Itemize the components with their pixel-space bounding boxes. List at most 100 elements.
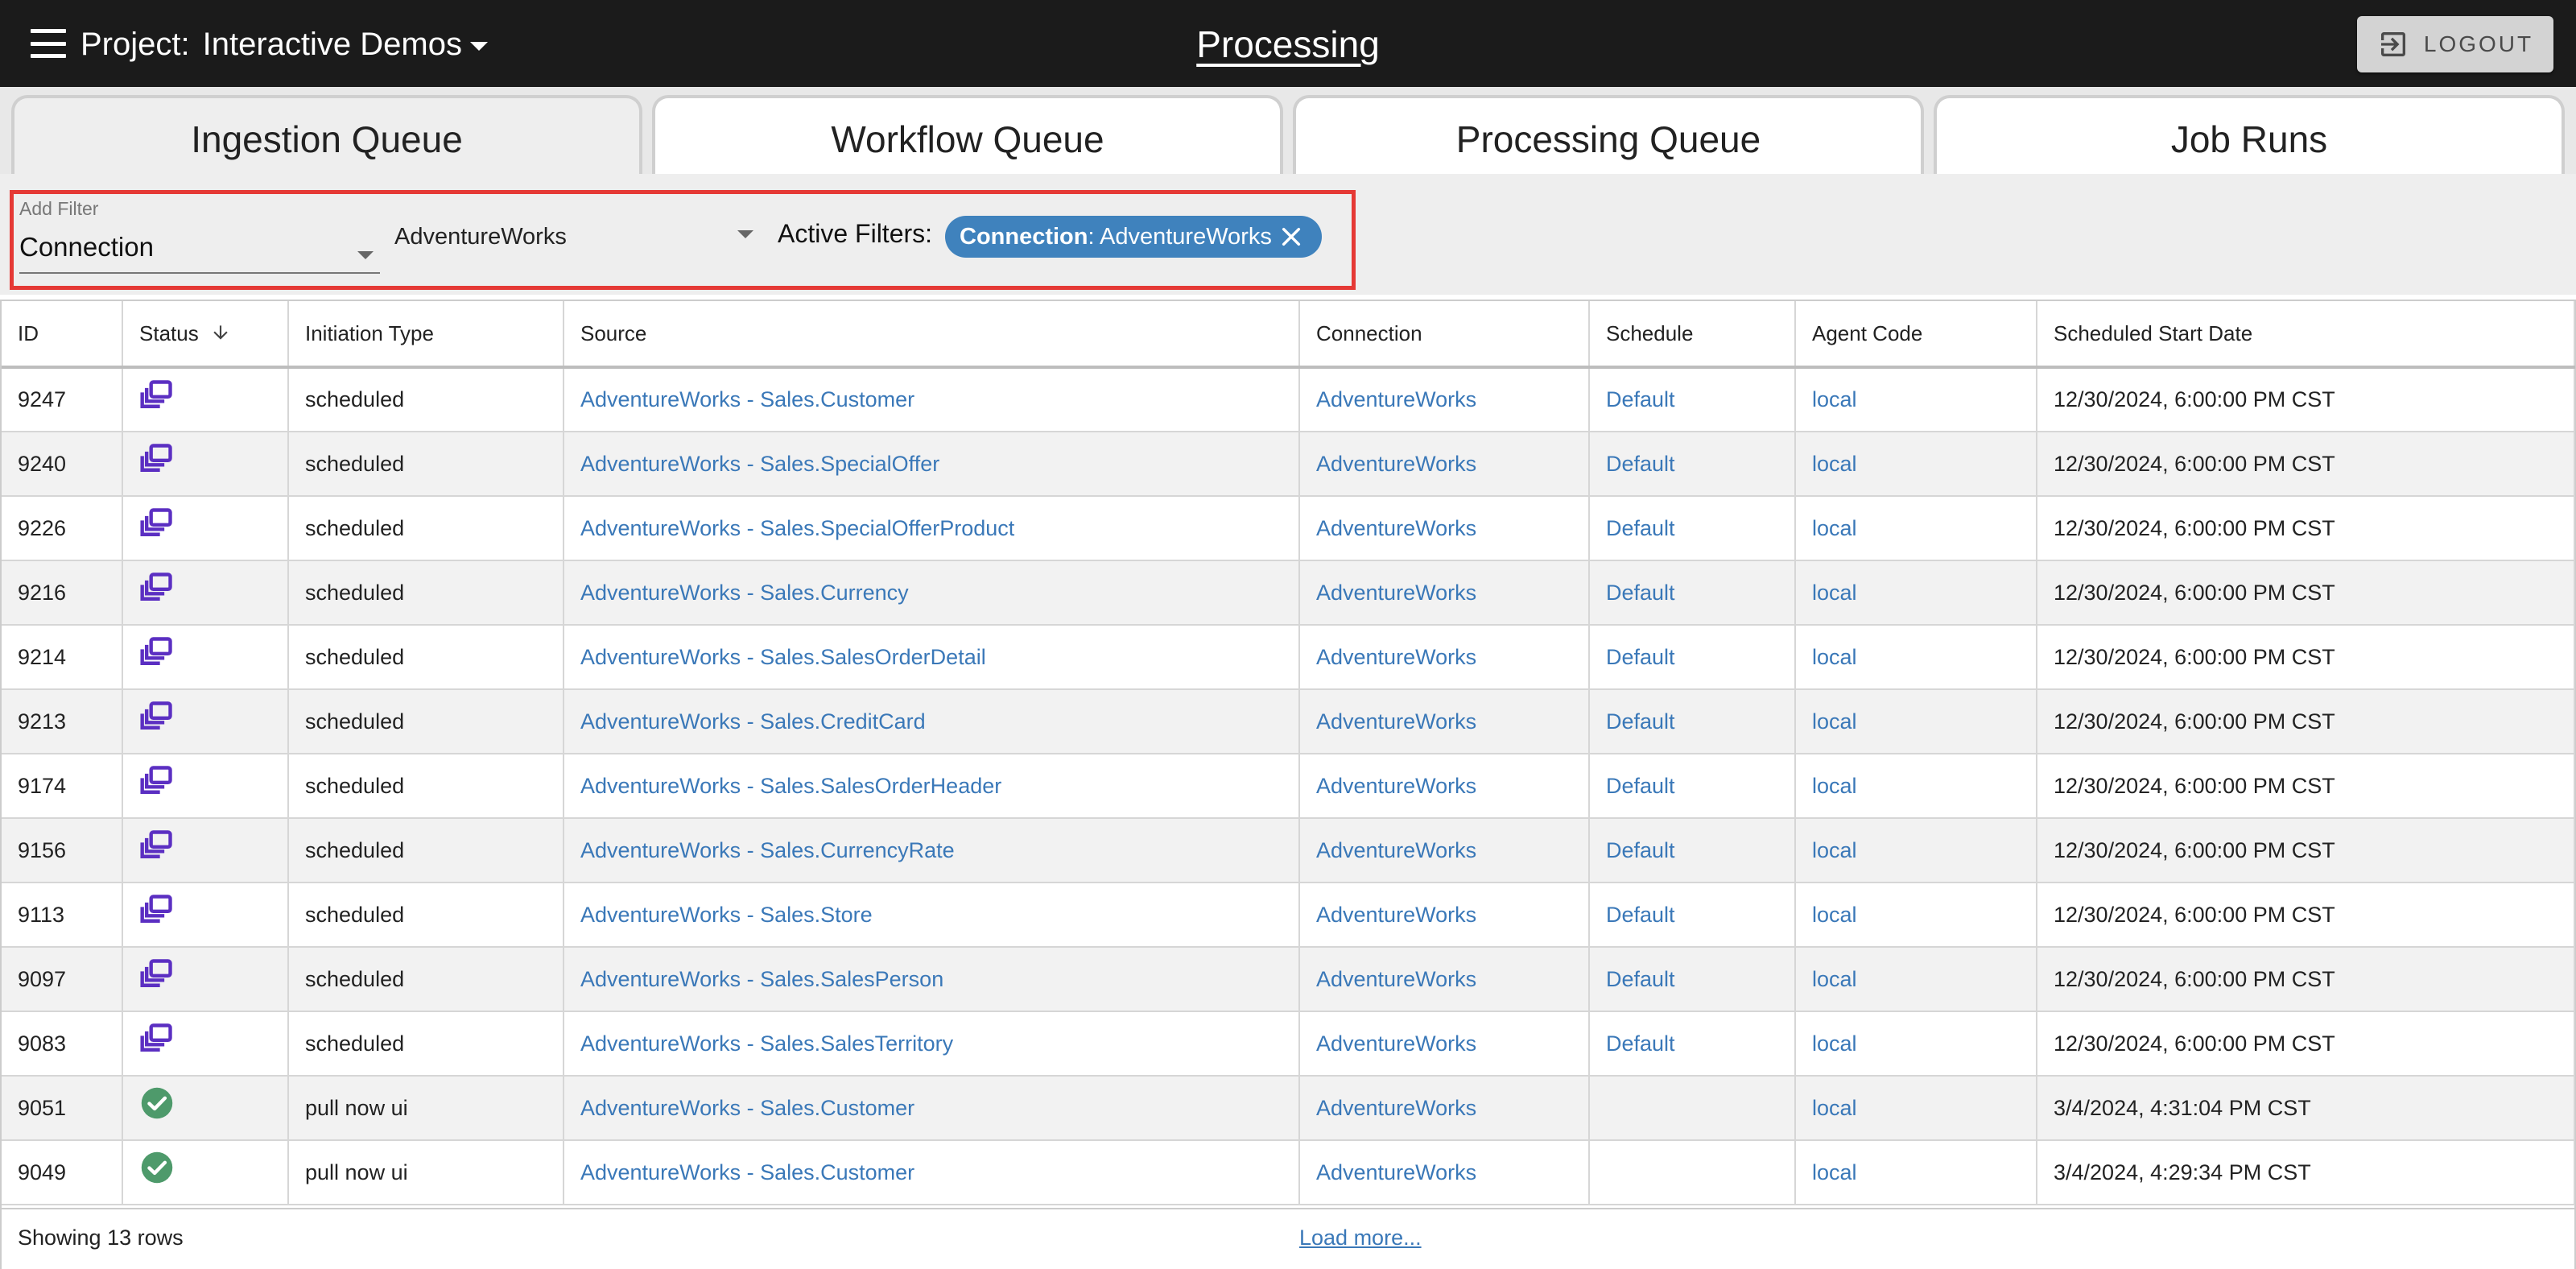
- cell-agent-code-link[interactable]: local: [1812, 1096, 1857, 1120]
- cell-agent-code-link[interactable]: local: [1812, 1031, 1857, 1056]
- cell-source: AdventureWorks - Sales.CreditCard: [564, 689, 1300, 754]
- add-filter-field-select[interactable]: Add Filter Connection: [19, 198, 380, 279]
- column-header-connection[interactable]: Connection: [1299, 301, 1590, 369]
- table-header-row: ID Status Initiation Type Source Connect…: [2, 301, 2575, 369]
- cell-source: AdventureWorks - Sales.SalesOrderHeader: [564, 754, 1300, 819]
- cell-schedule-link[interactable]: Default: [1606, 452, 1675, 476]
- tab-processing-queue[interactable]: Processing Queue: [1293, 95, 1924, 180]
- cell-agent-code-link[interactable]: local: [1812, 838, 1857, 862]
- table-row[interactable]: 9214 scheduled AdventureWorks - Sales.Sale…: [2, 625, 2575, 690]
- cell-schedule-link[interactable]: Default: [1606, 774, 1675, 798]
- cell-status: [122, 560, 289, 626]
- cell-agent-code-link[interactable]: local: [1812, 903, 1857, 927]
- cell-agent-code-link[interactable]: local: [1812, 645, 1857, 669]
- project-selector[interactable]: Project: Interactive Demos: [80, 22, 488, 67]
- tab-workflow-queue[interactable]: Workflow Queue: [652, 95, 1283, 180]
- table-row[interactable]: 9156 scheduled AdventureWorks - Sales.Curr…: [2, 818, 2575, 883]
- table-row[interactable]: 9213 scheduled AdventureWorks - Sales.Cred…: [2, 689, 2575, 754]
- logout-button[interactable]: LOGOUT: [2357, 16, 2553, 72]
- cell-connection-link[interactable]: AdventureWorks: [1316, 452, 1476, 476]
- cell-connection-link[interactable]: AdventureWorks: [1316, 516, 1476, 540]
- table-row[interactable]: 9174 scheduled AdventureWorks - Sales.Sale…: [2, 754, 2575, 819]
- cell-agent-code-link[interactable]: local: [1812, 452, 1857, 476]
- cell-source-link[interactable]: AdventureWorks - Sales.SalesOrderDetail: [580, 645, 986, 669]
- table-row[interactable]: 9049 pull now ui AdventureWorks - Sales.Cu…: [2, 1140, 2575, 1205]
- filter-value-select[interactable]: AdventureWorks: [394, 222, 753, 271]
- column-header-status[interactable]: Status: [122, 301, 289, 369]
- tab-job-runs[interactable]: Job Runs: [1934, 95, 2565, 180]
- cell-agent-code-link[interactable]: local: [1812, 516, 1857, 540]
- cell-source-link[interactable]: AdventureWorks - Sales.SalesTerritory: [580, 1031, 953, 1056]
- cell-agent-code-link[interactable]: local: [1812, 581, 1857, 605]
- cell-agent-code-link[interactable]: local: [1812, 1160, 1857, 1184]
- tab-ingestion-queue[interactable]: Ingestion Queue: [11, 95, 642, 180]
- cell-agent-code: local: [1795, 754, 2037, 819]
- cell-schedule-link[interactable]: Default: [1606, 838, 1675, 862]
- cell-agent-code-link[interactable]: local: [1812, 387, 1857, 411]
- cell-source-link[interactable]: AdventureWorks - Sales.CurrencyRate: [580, 838, 955, 862]
- cell-connection-link[interactable]: AdventureWorks: [1316, 838, 1476, 862]
- column-header-id[interactable]: ID: [2, 301, 123, 369]
- table-row[interactable]: 9216 scheduled AdventureWorks - Sales.Curr…: [2, 560, 2575, 626]
- close-icon[interactable]: [1278, 224, 1304, 250]
- cell-agent-code: local: [1795, 1140, 2037, 1205]
- cell-schedule: Default: [1589, 432, 1796, 497]
- table-row[interactable]: 9240 scheduled AdventureWorks - Sales.Spec…: [2, 432, 2575, 497]
- cell-connection-link[interactable]: AdventureWorks: [1316, 774, 1476, 798]
- chip-key: Connection: [960, 223, 1088, 250]
- cell-source-link[interactable]: AdventureWorks - Sales.Store: [580, 903, 873, 927]
- cell-connection: AdventureWorks: [1299, 818, 1590, 883]
- cell-connection: AdventureWorks: [1299, 1140, 1590, 1205]
- column-header-agent-code[interactable]: Agent Code: [1795, 301, 2037, 369]
- cell-agent-code-link[interactable]: local: [1812, 967, 1857, 991]
- table-row[interactable]: 9247 scheduled AdventureWorks - Sales.Cust…: [2, 367, 2575, 432]
- table-row[interactable]: 9051 pull now ui AdventureWorks - Sales.Cu…: [2, 1076, 2575, 1141]
- page-title[interactable]: Processing: [1196, 23, 1380, 65]
- cell-schedule-link[interactable]: Default: [1606, 645, 1675, 669]
- cell-source-link[interactable]: AdventureWorks - Sales.Customer: [580, 1096, 914, 1120]
- column-header-schedule[interactable]: Schedule: [1589, 301, 1796, 369]
- cell-connection-link[interactable]: AdventureWorks: [1316, 967, 1476, 991]
- cell-source-link[interactable]: AdventureWorks - Sales.Customer: [580, 387, 914, 411]
- cell-id: 9214: [2, 625, 123, 690]
- cell-schedule-link[interactable]: Default: [1606, 387, 1675, 411]
- cell-connection-link[interactable]: AdventureWorks: [1316, 645, 1476, 669]
- column-header-source[interactable]: Source: [564, 301, 1300, 369]
- cell-source-link[interactable]: AdventureWorks - Sales.Currency: [580, 581, 909, 605]
- table-row[interactable]: 9226 scheduled AdventureWorks - Sales.Spec…: [2, 496, 2575, 561]
- table-row[interactable]: 9083 scheduled AdventureWorks - Sales.Sale…: [2, 1011, 2575, 1077]
- cell-source-link[interactable]: AdventureWorks - Sales.SalesPerson: [580, 967, 943, 991]
- cell-id: 9051: [2, 1076, 123, 1141]
- cell-connection-link[interactable]: AdventureWorks: [1316, 1160, 1476, 1184]
- load-more-link[interactable]: Load more...: [1299, 1226, 1422, 1250]
- cell-source-link[interactable]: AdventureWorks - Sales.SpecialOfferProdu…: [580, 516, 1014, 540]
- table-row[interactable]: 9097 scheduled AdventureWorks - Sales.Sale…: [2, 947, 2575, 1012]
- cell-connection-link[interactable]: AdventureWorks: [1316, 1096, 1476, 1120]
- cell-source-link[interactable]: AdventureWorks - Sales.Customer: [580, 1160, 914, 1184]
- cell-source-link[interactable]: AdventureWorks - Sales.CreditCard: [580, 709, 926, 734]
- cell-connection-link[interactable]: AdventureWorks: [1316, 1031, 1476, 1056]
- cell-agent-code-link[interactable]: local: [1812, 774, 1857, 798]
- cell-agent-code-link[interactable]: local: [1812, 709, 1857, 734]
- cell-source: AdventureWorks - Sales.CurrencyRate: [564, 818, 1300, 883]
- table-row[interactable]: 9113 scheduled AdventureWorks - Sales.Stor…: [2, 883, 2575, 948]
- cell-connection-link[interactable]: AdventureWorks: [1316, 709, 1476, 734]
- queue-stack-icon: [139, 637, 175, 668]
- cell-schedule-link[interactable]: Default: [1606, 516, 1675, 540]
- cell-connection-link[interactable]: AdventureWorks: [1316, 581, 1476, 605]
- cell-connection-link[interactable]: AdventureWorks: [1316, 903, 1476, 927]
- dropdown-arrow-icon: [357, 251, 374, 259]
- cell-schedule-link[interactable]: Default: [1606, 581, 1675, 605]
- cell-source-link[interactable]: AdventureWorks - Sales.SalesOrderHeader: [580, 774, 1001, 798]
- cell-connection-link[interactable]: AdventureWorks: [1316, 387, 1476, 411]
- cell-initiation-type: pull now ui: [288, 1140, 564, 1205]
- cell-schedule-link[interactable]: Default: [1606, 967, 1675, 991]
- cell-schedule: Default: [1589, 883, 1796, 948]
- cell-schedule-link[interactable]: Default: [1606, 1031, 1675, 1056]
- column-header-scheduled-start-date[interactable]: Scheduled Start Date: [2037, 301, 2575, 369]
- cell-schedule-link[interactable]: Default: [1606, 903, 1675, 927]
- cell-source-link[interactable]: AdventureWorks - Sales.SpecialOffer: [580, 452, 939, 476]
- hamburger-menu-icon[interactable]: [31, 29, 66, 58]
- cell-schedule-link[interactable]: Default: [1606, 709, 1675, 734]
- column-header-initiation-type[interactable]: Initiation Type: [288, 301, 564, 369]
